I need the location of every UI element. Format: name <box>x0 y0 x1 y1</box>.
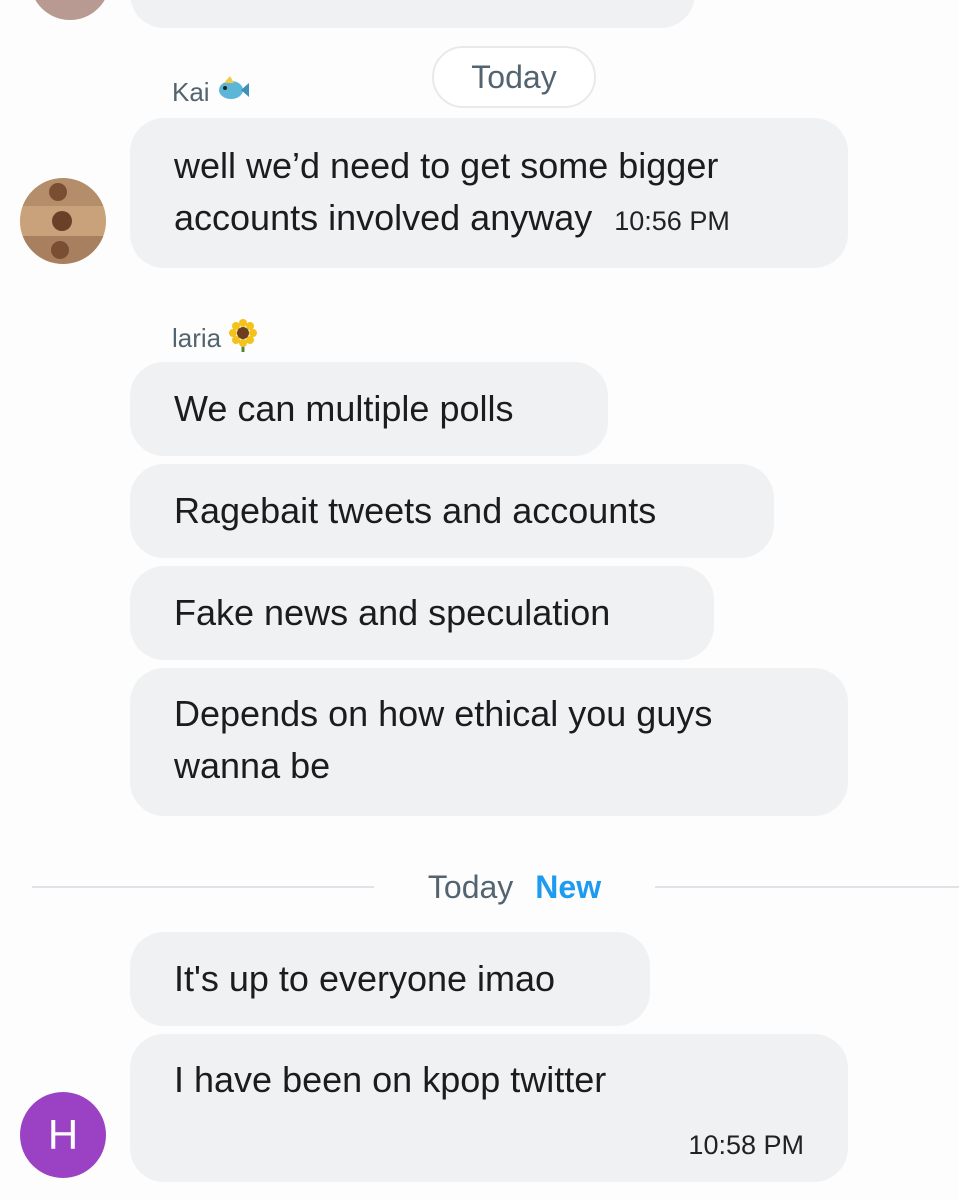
avatar-letter: H <box>47 1111 79 1158</box>
message-bubble-laria-1[interactable]: We can multiple polls <box>130 362 608 456</box>
message-timestamp: 10:58 PM <box>688 1130 804 1160</box>
message-bubble-laria-3[interactable]: Fake news and speculation <box>130 566 714 660</box>
avatar-kai[interactable] <box>20 178 106 264</box>
message-text-line: Depends on how ethical you guys <box>174 693 713 734</box>
message-bubble-laria-2[interactable]: Ragebait tweets and accounts <box>130 464 774 558</box>
sender-name-kai[interactable]: Kai <box>172 74 250 111</box>
date-pill: Today <box>432 46 596 108</box>
divider-line-left <box>32 886 374 888</box>
message-bubble-h-2[interactable]: I have been on kpop twitter 10:58 PM <box>130 1034 848 1182</box>
message-text: Fake news and speculation <box>174 592 611 633</box>
message-text-line: wanna be <box>174 745 331 786</box>
date-pill-label: Today <box>471 58 557 95</box>
new-messages-divider: Today New <box>374 866 655 908</box>
message-text: It's up to everyone imao <box>174 958 556 999</box>
message-bubble-h-1[interactable]: It's up to everyone imao <box>130 932 650 1026</box>
avatar-h[interactable]: H <box>20 1092 106 1178</box>
message-text-line: well we’d need to get some bigger <box>174 145 719 186</box>
message-text: We can multiple polls <box>174 388 514 429</box>
message-text: Ragebait tweets and accounts <box>174 490 657 531</box>
divider-line-right <box>655 886 959 888</box>
sunflower-icon <box>227 318 259 359</box>
message-timestamp: 10:56 PM <box>614 206 730 236</box>
message-bubble-kai[interactable]: well we’d need to get some bigger accoun… <box>130 118 848 268</box>
divider-date-label: Today <box>427 868 514 905</box>
previous-avatar <box>30 0 110 20</box>
new-badge: New <box>535 868 602 905</box>
message-text-line: I have been on kpop twitter <box>174 1059 607 1100</box>
message-bubble-laria-4[interactable]: Depends on how ethical you guys wanna be <box>130 668 848 816</box>
sender-name-laria[interactable]: laria <box>172 318 259 359</box>
message-text-line: accounts involved anyway <box>174 197 593 238</box>
previous-message-bubble <box>130 0 695 28</box>
fish-icon <box>216 74 250 111</box>
